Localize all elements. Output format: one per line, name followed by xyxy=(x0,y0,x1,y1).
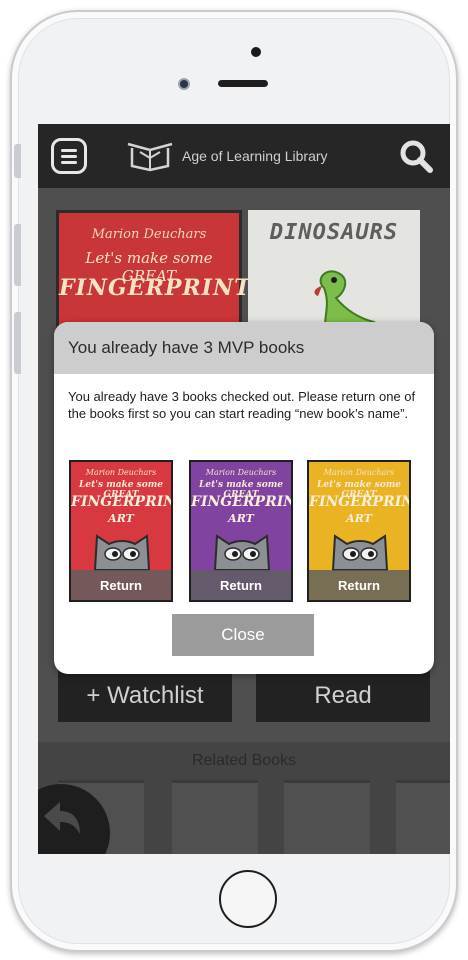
book-title-line2: FINGERPRINT xyxy=(309,494,409,510)
cat-face-icon xyxy=(331,534,389,571)
book-logo-icon xyxy=(127,142,173,172)
dialog-title: You already have 3 MVP books xyxy=(68,338,305,357)
checked-out-book: Marion Deuchars Let's make some GREAT FI… xyxy=(307,460,411,602)
book-author: Marion Deuchars xyxy=(205,468,277,477)
dialog-header: You already have 3 MVP books xyxy=(54,322,434,374)
earpiece-speaker xyxy=(218,80,268,87)
proximity-sensor xyxy=(251,47,261,57)
home-button[interactable] xyxy=(219,870,277,928)
related-book-item[interactable] xyxy=(172,780,258,854)
return-book-button[interactable]: Return xyxy=(309,570,409,600)
featured-book-author: Marion Deuchars xyxy=(91,227,207,242)
add-to-watchlist-button[interactable]: + Watchlist xyxy=(58,670,232,722)
front-camera xyxy=(178,78,190,90)
volume-down-button xyxy=(14,312,21,374)
top-bar: Age of Learning Library xyxy=(38,124,450,188)
cat-face-icon xyxy=(93,534,151,571)
close-button[interactable]: Close xyxy=(172,614,314,656)
book-author: Marion Deuchars xyxy=(85,468,157,477)
book-title-line2: FINGERPRINT xyxy=(191,494,291,510)
dialog-message: You already have 3 books checked out. Pl… xyxy=(68,389,416,421)
read-button[interactable]: Read xyxy=(256,670,430,722)
volume-up-button xyxy=(14,224,21,286)
related-book-item[interactable] xyxy=(396,780,450,854)
related-book-item[interactable] xyxy=(284,780,370,854)
app-title: Age of Learning Library xyxy=(182,148,328,164)
search-icon[interactable] xyxy=(398,138,434,174)
mute-switch xyxy=(14,144,21,178)
book-title-line2: FINGERPRINT xyxy=(71,494,171,510)
cat-face-icon xyxy=(213,534,271,571)
book-author: Marion Deuchars xyxy=(323,468,395,477)
related-books-title: Related Books xyxy=(191,752,297,769)
return-book-button[interactable]: Return xyxy=(191,570,291,600)
return-book-button[interactable]: Return xyxy=(71,570,171,600)
checked-out-book: Marion Deuchars Let's make some GREAT FI… xyxy=(69,460,173,602)
second-book-title: DINOSAURS xyxy=(269,220,399,245)
mvp-limit-dialog: You already have 3 MVP books You already… xyxy=(54,322,434,674)
back-arrow-icon xyxy=(44,802,80,834)
checked-out-book: Marion Deuchars Let's make some GREAT FI… xyxy=(189,460,293,602)
brand: Age of Learning Library xyxy=(126,140,328,172)
featured-book-title-line2: FINGERPRINT xyxy=(59,275,252,301)
menu-icon[interactable] xyxy=(51,138,87,174)
